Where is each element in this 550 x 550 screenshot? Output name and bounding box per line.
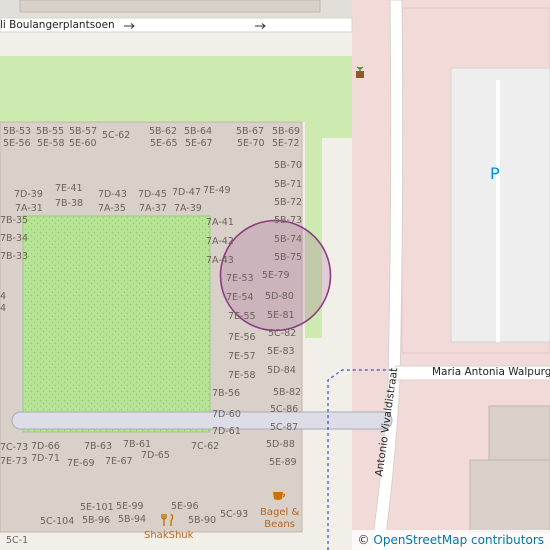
house-number-label: 5C-62: [102, 130, 131, 141]
house-number-label: 7D-43: [98, 189, 127, 200]
house-number-label: 5B-70: [274, 160, 303, 171]
house-number-label: 5E-79: [262, 270, 290, 281]
house-number-label: 5D-80: [265, 291, 294, 302]
house-number-label: 5B-64: [184, 126, 213, 137]
house-number-label: 7E-57: [228, 351, 256, 362]
house-number-label: 5E-56: [3, 138, 31, 149]
house-number-label: 7B-35: [0, 215, 29, 226]
house-number-label: 4: [0, 303, 7, 314]
top-building: [19, 0, 321, 13]
house-number-label: 5B-90: [188, 515, 217, 526]
courtyard-garden: [22, 215, 211, 433]
house-number-label: 5B-67: [236, 126, 265, 137]
house-number-label: 7E-49: [203, 185, 231, 196]
house-number-label: 5C-93: [220, 509, 249, 520]
house-number-label: 5B-57: [69, 126, 98, 137]
parking-lot: [450, 67, 550, 343]
house-number-label: 5E-101: [80, 502, 114, 513]
house-number-label: 7D-71: [31, 453, 60, 464]
house-number-label: 5E-65: [150, 138, 178, 149]
house-number-label: 5B-69: [272, 126, 301, 137]
house-number-label: 7B-34: [0, 233, 29, 244]
parking-label: P: [490, 164, 500, 183]
house-number-label: 5E-81: [267, 310, 295, 321]
house-number-label: 7A-43: [206, 255, 234, 266]
house-number-label: 5B-73: [274, 215, 303, 226]
house-number-label: 5B-82: [273, 387, 302, 398]
house-number-label: 5C-87: [270, 422, 299, 433]
house-number-label: 7A-37: [139, 203, 167, 214]
house-number-label: 5E-70: [237, 138, 265, 149]
house-number-label: 5B-96: [82, 515, 111, 526]
street-label-boulangerplantsoen: li Boulangerplantsoen: [0, 19, 115, 31]
house-number-label: 5C-86: [270, 404, 299, 415]
house-number-label: 7E-56: [228, 332, 256, 343]
house-number-label: 7E-55: [228, 311, 256, 322]
attribution-link[interactable]: OpenStreetMap contributors: [373, 533, 544, 547]
house-number-label: 5E-89: [269, 457, 297, 468]
house-number-label: 7A-39: [174, 203, 202, 214]
house-number-label: 4: [0, 291, 7, 302]
house-number-label: 5E-83: [267, 346, 295, 357]
copyright-symbol: ©: [357, 533, 370, 547]
house-number-label: 7E-73: [0, 456, 28, 467]
poi-label-bagel-line2: Beans: [264, 518, 295, 530]
house-number-label: 7B-33: [0, 251, 29, 262]
house-number-label: 7A-35: [98, 203, 126, 214]
house-number-label: 5E-72: [272, 138, 300, 149]
house-number-label: 5E-58: [37, 138, 65, 149]
house-number-label: 5B-53: [3, 126, 32, 137]
house-number-label: 5B-94: [118, 514, 147, 525]
house-number-label: 5E-60: [69, 138, 97, 149]
map-attribution: © OpenStreetMap contributors: [351, 530, 550, 550]
house-number-label: 7A-31: [15, 203, 43, 214]
house-number-label: 7B-61: [123, 439, 152, 450]
house-number-label: 5B-71: [274, 179, 303, 190]
house-number-label: 7A-42: [206, 236, 234, 247]
house-number-label: 5E-99: [116, 501, 144, 512]
house-number-label: 5B-72: [274, 197, 303, 208]
street-label-walpurg: Maria Antonia Walpurg: [432, 366, 550, 378]
building: [469, 459, 550, 533]
house-number-label: 5B-74: [274, 234, 303, 245]
house-number-label: 7D-65: [141, 450, 170, 461]
house-number-label: 7B-63: [84, 441, 113, 452]
house-number-label: 7B-56: [212, 388, 241, 399]
house-number-label: 7D-66: [31, 441, 60, 452]
house-number-label: 5D-84: [267, 365, 296, 376]
house-number-label: 5E-96: [171, 501, 199, 512]
house-number-label: 5B-62: [149, 126, 178, 137]
house-number-label: 7D-47: [172, 187, 201, 198]
house-number-label: 7D-45: [138, 189, 167, 200]
house-number-label: 7E-41: [55, 183, 83, 194]
house-number-label: 5C-82: [268, 328, 297, 339]
house-number-label: 5C-1: [6, 535, 29, 546]
house-number-label: 7A-41: [206, 217, 234, 228]
house-number-label: 7C-73: [0, 442, 29, 453]
house-number-label: 5B-75: [274, 252, 303, 263]
house-number-label: 7E-54: [226, 292, 254, 303]
house-number-label: 7E-58: [228, 370, 256, 381]
house-number-label: 7E-69: [67, 458, 95, 469]
house-number-label: 7D-60: [212, 409, 241, 420]
house-number-label: 7E-53: [226, 273, 254, 284]
house-number-label: 7B-38: [55, 198, 84, 209]
poi-label-bagel-beans[interactable]: Bagel & Beans: [260, 507, 299, 530]
house-number-label: 5D-88: [266, 439, 295, 450]
poi-label-shakshuk[interactable]: ShakShuk: [144, 530, 193, 542]
building: [488, 405, 550, 467]
house-number-label: 5E-67: [185, 138, 213, 149]
house-number-label: 7E-67: [105, 456, 133, 467]
house-number-label: 5B-55: [36, 126, 65, 137]
footpath[interactable]: [11, 411, 393, 430]
house-number-label: 7C-62: [191, 441, 220, 452]
house-number-label: 7D-39: [14, 189, 43, 200]
poi-label-bagel-line1: Bagel &: [260, 507, 300, 518]
house-number-label: 7D-61: [212, 426, 241, 437]
house-number-label: 5C-104: [40, 516, 75, 527]
